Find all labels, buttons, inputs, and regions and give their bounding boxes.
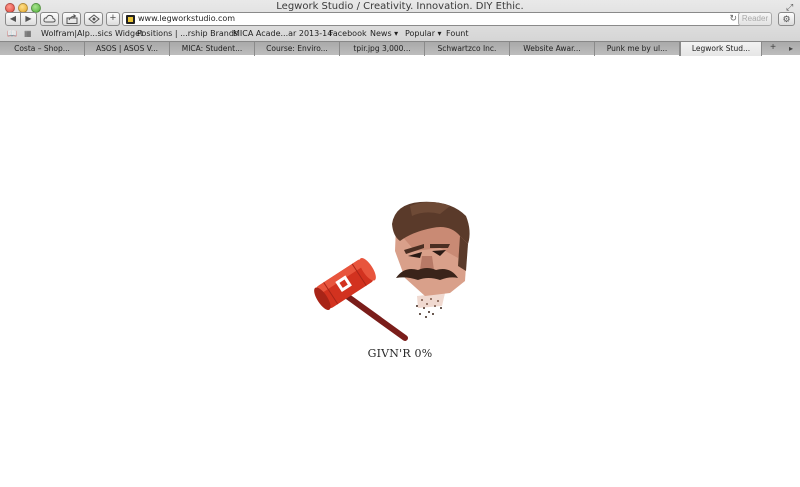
- url-text[interactable]: www.legworkstudio.com: [138, 14, 235, 23]
- book-icon[interactable]: 📖: [7, 29, 17, 38]
- bookmark-item[interactable]: Positions | ...rship Brands: [137, 29, 238, 38]
- add-tab-button[interactable]: +: [764, 42, 782, 56]
- browser-chrome: Legwork Studio / Creativity. Innovation.…: [0, 0, 800, 56]
- new-tab-button[interactable]: +: [106, 12, 120, 26]
- toolbar: ◀ ▶ + www.legworkstudio.com ↻ Reader ⚙: [0, 12, 800, 28]
- reader-button[interactable]: Reader: [738, 12, 772, 26]
- back-button[interactable]: ◀: [5, 12, 21, 26]
- tab-bar: Costa – Shop... ASOS | ASOS V... MICA: S…: [0, 41, 800, 56]
- bookmark-news-label: News: [370, 29, 392, 38]
- cloud-icon: [43, 14, 56, 23]
- address-bar[interactable]: www.legworkstudio.com ↻: [122, 12, 742, 26]
- chevron-right-icon: ▶: [25, 14, 32, 23]
- loading-label: GIVN'R: [367, 347, 411, 360]
- fullscreen-icon[interactable]: ⤢: [786, 2, 796, 12]
- chevron-right-icon: ▸: [788, 44, 793, 53]
- bookmarks-bar: 📖 ▦ Wolfram|Alp...sics Widget Positions …: [0, 29, 800, 40]
- progress-percent: 0%: [414, 347, 433, 360]
- plus-icon: +: [770, 42, 776, 53]
- bookmark-item[interactable]: Wolfram|Alp...sics Widget: [41, 29, 143, 38]
- grid-icon[interactable]: ▦: [24, 29, 32, 38]
- bookmark-popular[interactable]: Popular ▾: [405, 29, 442, 38]
- tab[interactable]: Website Awar...: [510, 42, 595, 56]
- bookmark-item[interactable]: MICA Acade...ar 2013-14: [233, 29, 332, 38]
- hammer-icon: [314, 258, 408, 341]
- reading-list-button[interactable]: [84, 12, 103, 26]
- bookmark-news[interactable]: News ▾: [370, 29, 398, 38]
- window-title: Legwork Studio / Creativity. Innovation.…: [276, 1, 524, 12]
- tab[interactable]: MICA: Student...: [170, 42, 255, 56]
- reading-list-icon: [87, 14, 100, 24]
- page-content: GIVN'R 0%: [0, 56, 800, 487]
- tab-overflow-button[interactable]: ▸: [784, 42, 798, 56]
- chevron-down-icon: ▾: [437, 29, 442, 38]
- tab[interactable]: Punk me by ul...: [595, 42, 680, 56]
- site-favicon-icon: [126, 15, 135, 24]
- loading-progress-label: GIVN'R 0%: [0, 347, 800, 360]
- chevron-down-icon: ▾: [394, 29, 399, 38]
- bookmark-item[interactable]: Facebook: [329, 29, 367, 38]
- chevron-left-icon: ◀: [9, 14, 17, 23]
- tab[interactable]: Course: Enviro...: [255, 42, 340, 56]
- bookmark-popular-label: Popular: [405, 29, 435, 38]
- tab[interactable]: Schwartzco Inc.: [425, 42, 510, 56]
- loader-illustration: [314, 201, 470, 341]
- tab[interactable]: tpir.jpg 3,000...: [340, 42, 425, 56]
- forward-button[interactable]: ▶: [21, 12, 37, 26]
- reload-icon[interactable]: ↻: [729, 13, 737, 24]
- settings-button[interactable]: ⚙: [778, 12, 795, 26]
- gear-icon: ⚙: [782, 14, 791, 24]
- mustache-man-icon: [392, 201, 470, 318]
- share-icon: [66, 14, 77, 24]
- tab-active[interactable]: Legwork Stud...: [680, 42, 762, 56]
- tab[interactable]: ASOS | ASOS V...: [85, 42, 170, 56]
- bookmark-item[interactable]: Fount: [446, 29, 469, 38]
- icloud-tabs-button[interactable]: [40, 12, 59, 26]
- tab[interactable]: Costa – Shop...: [0, 42, 85, 56]
- plus-icon: +: [109, 12, 117, 24]
- share-button[interactable]: [62, 12, 81, 26]
